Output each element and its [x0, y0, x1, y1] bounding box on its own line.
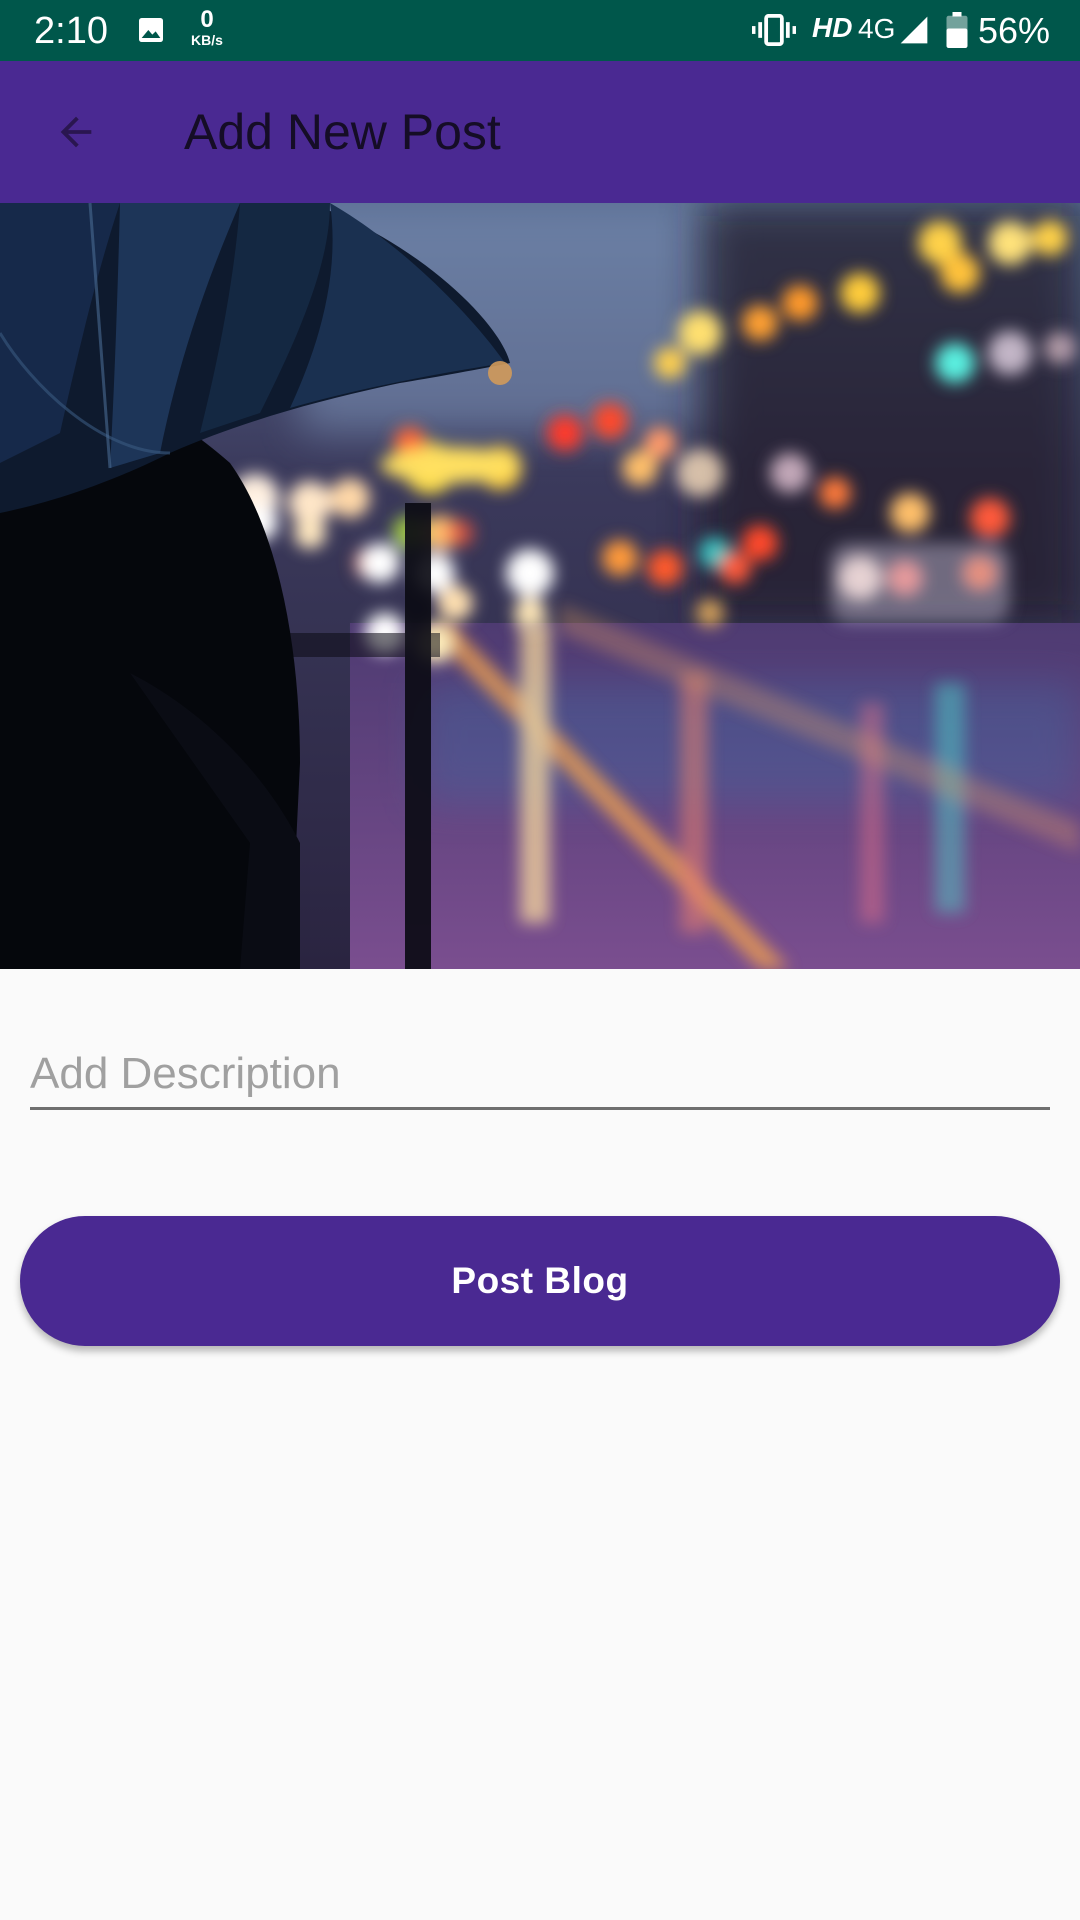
- post-image-artwork: [0, 203, 1080, 969]
- description-field: [30, 1040, 1050, 1112]
- post-blog-button-label: Post Blog: [451, 1260, 629, 1301]
- battery-icon: [946, 12, 968, 48]
- network-speed-unit: KB/s: [191, 32, 223, 48]
- app-bar: Add New Post: [0, 61, 1080, 203]
- post-blog-button[interactable]: Post Blog: [20, 1216, 1060, 1346]
- network-speed-value: 0: [200, 6, 214, 33]
- page-title: Add New Post: [184, 104, 501, 160]
- gallery-icon: [139, 18, 163, 42]
- network-speed: 0 KB/s: [186, 6, 228, 48]
- status-time: 2:10: [34, 10, 108, 52]
- back-button[interactable]: [34, 90, 118, 174]
- battery-percent: 56%: [978, 10, 1051, 51]
- description-input[interactable]: [30, 1040, 1050, 1110]
- signal-icon: [900, 16, 928, 44]
- arrow-left-icon: [60, 116, 92, 148]
- post-image[interactable]: [0, 203, 1080, 969]
- status-bar: 2:10 0 KB/s HD 4G 56%: [0, 0, 1080, 61]
- vibrate-icon: [752, 14, 796, 46]
- hd-indicator: HD: [812, 12, 853, 43]
- network-type: 4G: [858, 13, 896, 44]
